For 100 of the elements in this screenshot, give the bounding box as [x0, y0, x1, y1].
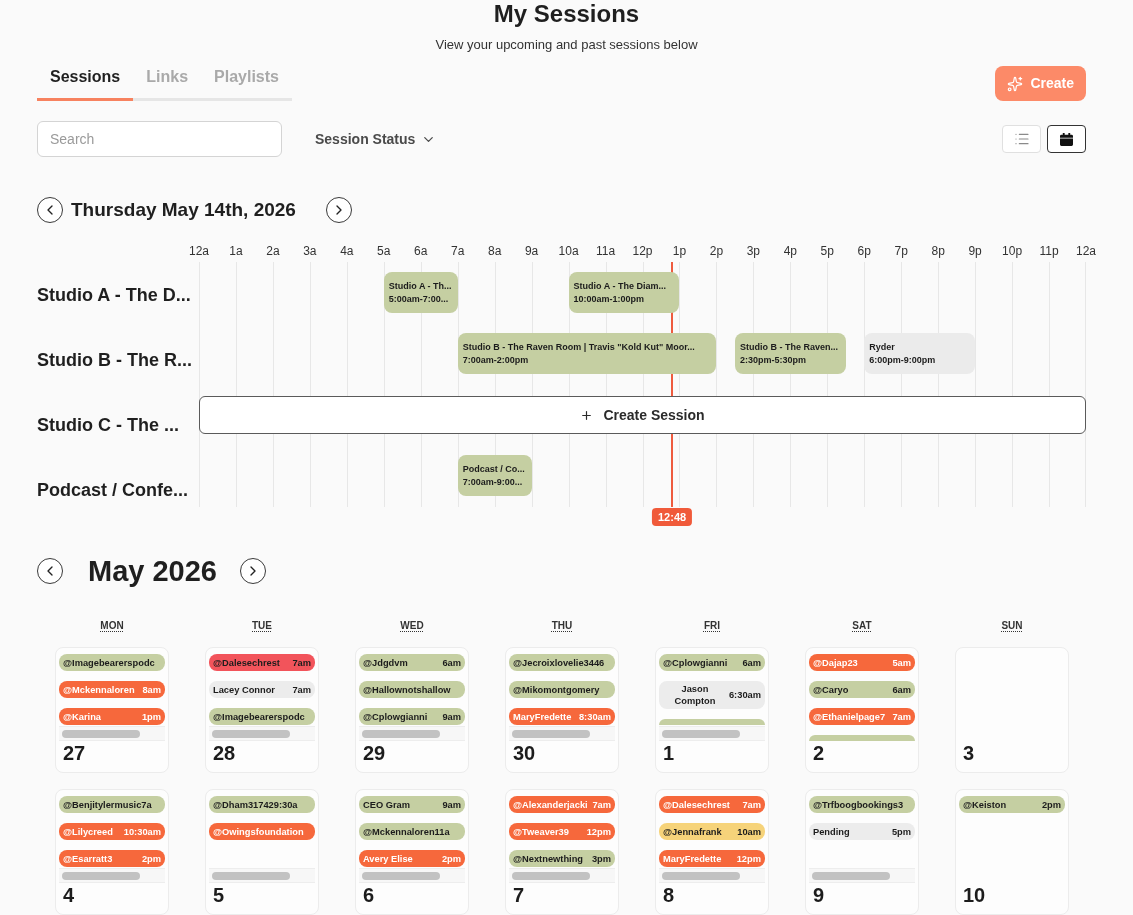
session-block[interactable]: Studio A - The Diam... 10:00am-1:00pm — [568, 272, 680, 313]
scrollbar-thumb[interactable] — [512, 871, 590, 880]
scrollbar-thumb[interactable] — [662, 729, 740, 738]
session-status-dropdown[interactable]: Session Status — [315, 128, 437, 150]
session-block[interactable]: Studio B - The Raven Room | Travis "Kold Kut" Moor... 7:00am-2:00pm — [457, 333, 717, 374]
session-pill[interactable]: Pending 5pm — [809, 823, 915, 840]
session-pill[interactable]: @Cplowgianni 9am — [359, 708, 465, 725]
month-title: May 2026 — [88, 554, 217, 589]
session-name: @Mikomontgomery — [513, 683, 600, 696]
session-pill[interactable]: @Nextnewthing 3pm — [509, 850, 615, 867]
list-view-button[interactable] — [1002, 125, 1041, 153]
session-name: @Hallownotshallow — [363, 683, 451, 696]
session-pill[interactable]: @Imagebearerspodc — [59, 654, 165, 671]
scrollbar-thumb[interactable] — [362, 729, 440, 738]
session-pill[interactable]: @Keiston 2pm — [959, 796, 1065, 813]
session-pill[interactable]: @Trfboogbookings3 — [809, 796, 915, 813]
session-pill[interactable] — [659, 719, 765, 725]
create-session-button[interactable]: Create Session — [199, 396, 1086, 434]
session-time: 7:00am-2:00pm — [462, 353, 530, 367]
session-title: Studio B - The Raven Room | Travis "Kold Kut" Moor... — [462, 340, 695, 354]
session-pill[interactable]: @Cplowgianni 6am — [659, 654, 765, 671]
room-label: Podcast / Confe... — [37, 478, 189, 502]
session-title: Podcast / Co... — [462, 462, 525, 476]
next-month-button[interactable] — [240, 558, 266, 584]
session-pill[interactable]: CEO Gram 9am — [359, 796, 465, 813]
session-pill[interactable]: @Jecroixlovelie3446 — [509, 654, 615, 671]
page-subtitle: View your upcoming and past sessions below — [435, 36, 698, 54]
day-number: 29 — [362, 742, 386, 764]
search-field[interactable]: Search — [37, 121, 282, 157]
tab[interactable]: Sessions — [37, 65, 134, 101]
session-pill[interactable]: @Dalesechrest 7am — [209, 654, 315, 671]
hour-label: 1a — [229, 243, 243, 260]
session-name: @Cplowgianni — [363, 710, 428, 723]
session-name: @Dajap23 — [813, 656, 858, 669]
session-pill[interactable]: @Jennafrank 10am — [659, 823, 765, 840]
previous-day-button[interactable] — [37, 197, 63, 223]
session-pill[interactable]: @Caryo 6am — [809, 681, 915, 698]
next-day-button[interactable] — [325, 197, 352, 223]
session-title: Ryder — [869, 340, 896, 354]
session-time: 7am — [292, 683, 311, 696]
scrollbar-thumb[interactable] — [62, 871, 140, 880]
previous-month-button[interactable] — [37, 558, 63, 584]
session-name: @Mckennaloren — [63, 683, 135, 696]
session-time: 2pm — [1041, 798, 1061, 811]
session-pill[interactable]: Lacey Connor 7am — [209, 681, 315, 698]
session-pill[interactable]: @Mckennaloren11a — [359, 823, 465, 840]
session-time: 7:00am-9:00... — [462, 475, 524, 489]
session-pill[interactable] — [809, 735, 915, 741]
session-name: @Nextnewthing — [513, 852, 583, 865]
session-block[interactable]: Ryder 6:00pm-9:00pm — [864, 333, 976, 374]
day-number: 10 — [962, 884, 986, 906]
room-label: Studio B - The R... — [37, 348, 192, 372]
session-name: @Imagebearerspodc — [63, 656, 155, 669]
scrollbar-thumb[interactable] — [662, 871, 740, 880]
current-time-badge: 12:48 — [652, 508, 693, 526]
session-time: 12pm — [586, 825, 611, 838]
day-number: 1 — [662, 742, 675, 764]
weekday-label: WED — [400, 619, 424, 633]
hour-label: 2a — [266, 243, 280, 260]
scrollbar-thumb[interactable] — [212, 729, 290, 738]
session-pill[interactable]: @Jdgdvm 6am — [359, 654, 465, 671]
session-name: @Dham317429:30a — [213, 798, 298, 811]
day-number: 2 — [812, 742, 825, 764]
session-title: Studio A - The Diam... — [573, 279, 666, 293]
session-pill[interactable]: @Imagebearerspodc — [209, 708, 315, 725]
session-time: 12pm — [736, 852, 761, 865]
session-name: @Karina — [63, 710, 101, 723]
session-block[interactable]: Podcast / Co... 7:00am-9:00... — [457, 455, 532, 496]
hour-label: 6a — [414, 243, 428, 260]
session-pill[interactable]: @Mikomontgomery — [509, 681, 615, 698]
scrollbar-thumb[interactable] — [812, 871, 890, 880]
scrollbar-thumb[interactable] — [512, 729, 590, 738]
hour-label: 5a — [377, 243, 391, 260]
scrollbar-thumb[interactable] — [62, 729, 140, 738]
session-time: 9am — [442, 710, 461, 723]
sparkle-icon — [1007, 75, 1024, 92]
session-name: @Alexanderjacki — [513, 798, 588, 811]
session-pill[interactable]: @Hallownotshallow — [359, 681, 465, 698]
day-number: 30 — [512, 742, 536, 764]
hour-label: 10p — [1002, 243, 1023, 260]
room-label: Studio C - The ... — [37, 413, 179, 437]
scrollbar-thumb[interactable] — [212, 871, 290, 880]
hour-label: 1p — [672, 243, 687, 260]
session-pill[interactable]: Jason Compton 6:30am — [659, 681, 765, 709]
session-time: 10:00am-1:00pm — [573, 292, 646, 306]
session-name: @Ethanielpage7 — [813, 710, 886, 723]
scrollbar-thumb[interactable] — [362, 871, 440, 880]
session-pill[interactable]: @Benjitylermusic7a — [59, 796, 165, 813]
session-time: 6:00pm-9:00pm — [869, 353, 936, 367]
session-time: 6am — [742, 656, 761, 669]
hour-label: 12a — [189, 243, 209, 260]
session-block[interactable]: Studio A - Th... 5:00am-7:00... — [383, 272, 458, 313]
session-pill[interactable]: @Dham317429:30a — [209, 796, 315, 813]
session-block[interactable]: Studio B - The Raven... 2:30pm-5:30pm — [734, 333, 846, 374]
calendar-view-button[interactable] — [1047, 125, 1086, 153]
session-name: @Jecroixlovelie3446 — [513, 656, 605, 669]
session-time: 6am — [442, 656, 461, 669]
hour-label: 11a — [595, 243, 616, 260]
session-time: 6am — [892, 683, 911, 696]
hour-label: 9p — [968, 243, 982, 260]
